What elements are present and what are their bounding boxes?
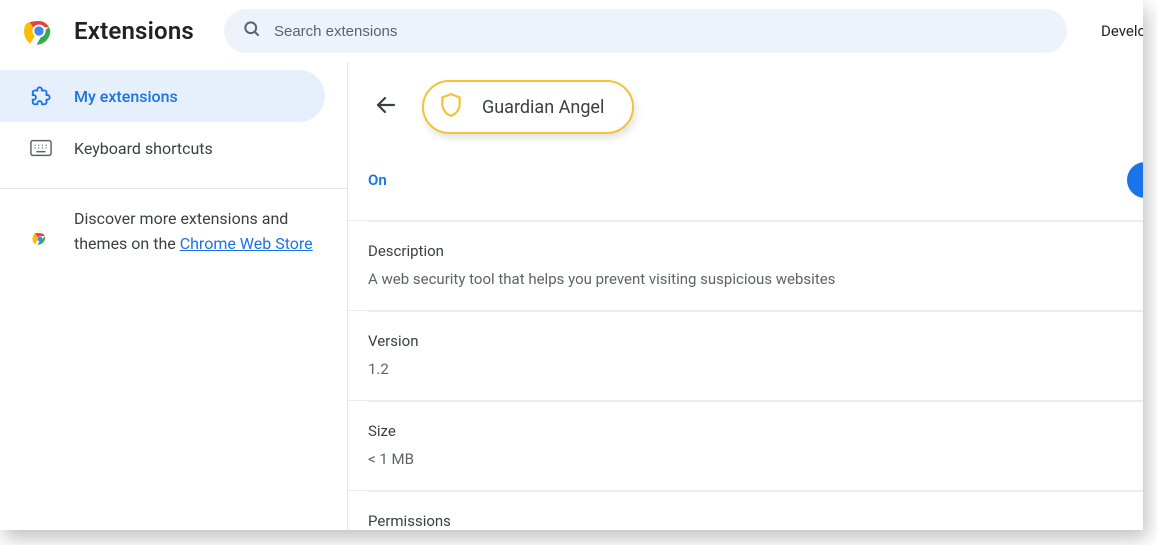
shield-icon	[438, 92, 464, 122]
extension-title-pill: Guardian Angel	[422, 80, 634, 134]
web-store-promo: Discover more extensions and themes on t…	[0, 207, 347, 257]
description-section: Description A web security tool that hel…	[368, 221, 1143, 310]
keyboard-icon	[30, 139, 52, 157]
chrome-web-store-link[interactable]: Chrome Web Store	[180, 234, 313, 253]
sidebar-item-label: My extensions	[74, 87, 178, 106]
sidebar-item-label: Keyboard shortcuts	[74, 139, 213, 158]
promo-text: Discover more extensions and themes on t…	[74, 207, 319, 257]
page-title: Extensions	[74, 17, 194, 45]
enable-toggle[interactable]	[1127, 162, 1143, 198]
developer-mode-label: Developer mode	[1087, 22, 1143, 40]
extension-detail: Guardian Angel On Description A web secu…	[348, 62, 1143, 530]
sidebar: My extensions Keyboard shortcuts	[0, 62, 348, 530]
chrome-logo-icon	[24, 16, 54, 46]
description-label: Description	[368, 242, 1119, 260]
description-value: A web security tool that helps you preve…	[368, 270, 1119, 288]
version-label: Version	[368, 332, 1119, 350]
permissions-label: Permissions	[368, 512, 1119, 530]
size-label: Size	[368, 422, 1119, 440]
back-button[interactable]	[368, 89, 404, 125]
search-input[interactable]	[274, 23, 1049, 40]
version-value: 1.2	[368, 360, 1119, 378]
permissions-section: Permissions	[368, 491, 1143, 530]
search-box[interactable]	[224, 9, 1067, 53]
divider	[0, 188, 347, 189]
sidebar-item-my-extensions[interactable]: My extensions	[0, 70, 325, 122]
arrow-left-icon	[374, 93, 398, 121]
size-section: Size < 1 MB	[368, 401, 1143, 490]
extension-name: Guardian Angel	[482, 97, 604, 118]
version-section: Version 1.2	[368, 311, 1143, 400]
header: Extensions Developer mode	[0, 0, 1143, 62]
puzzle-icon	[30, 85, 52, 107]
status-label: On	[368, 171, 387, 189]
size-value: < 1 MB	[368, 450, 1119, 468]
sidebar-item-keyboard-shortcuts[interactable]: Keyboard shortcuts	[0, 122, 325, 174]
search-icon	[242, 19, 262, 43]
chrome-store-icon	[30, 207, 50, 257]
